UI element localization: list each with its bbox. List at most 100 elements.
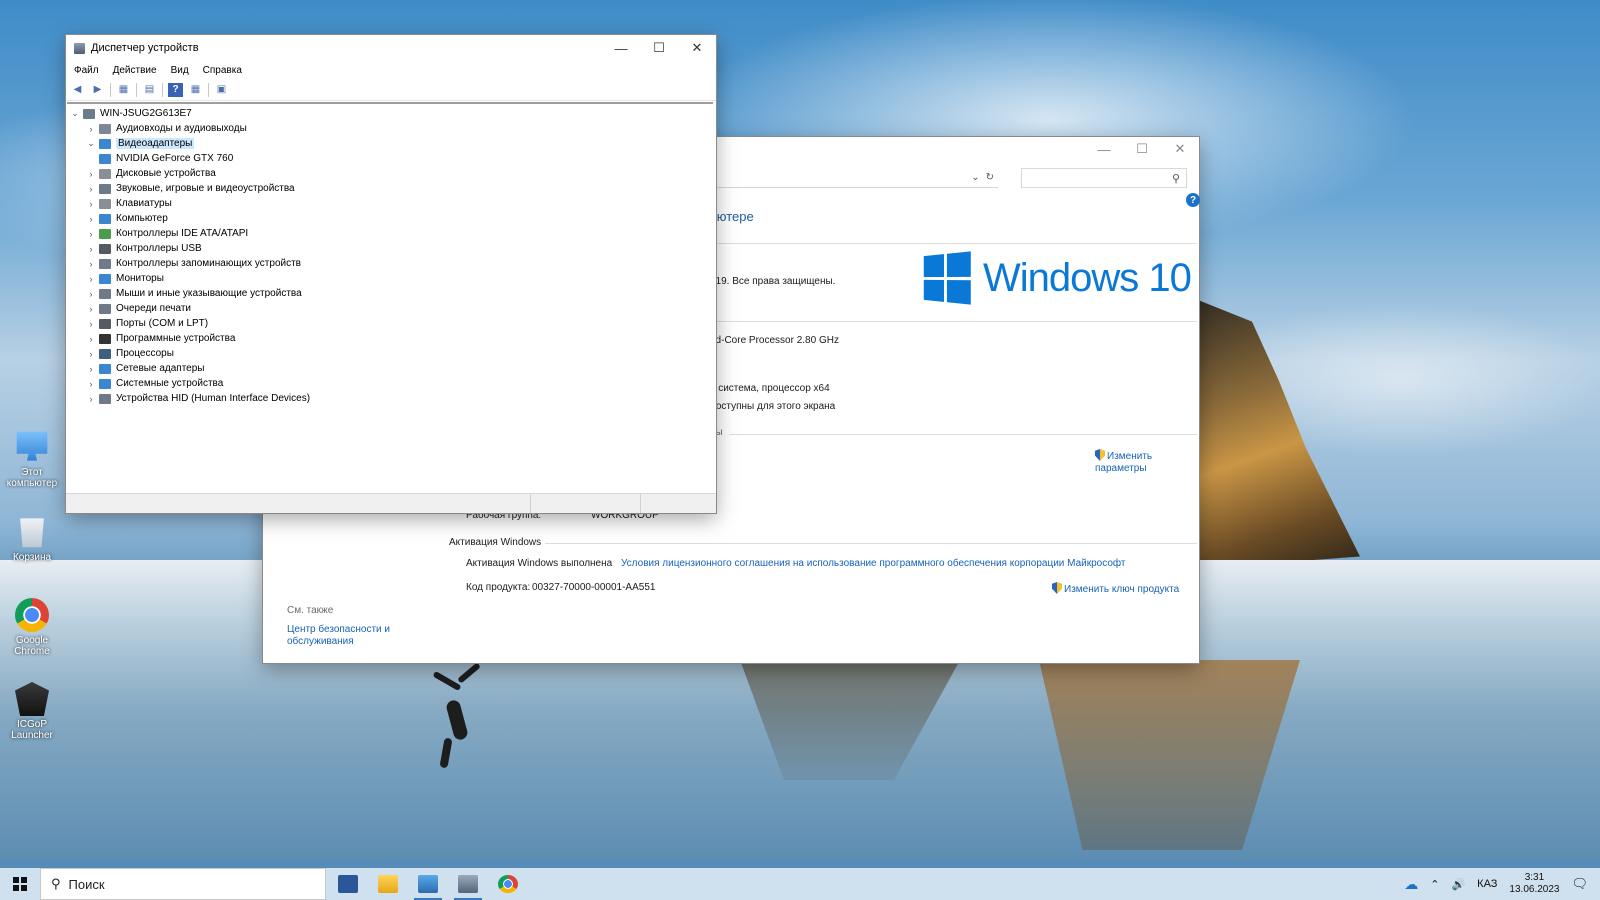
toolbar-separator — [162, 82, 163, 97]
chevron-right-icon[interactable]: › — [83, 169, 99, 179]
wallpaper-figure — [430, 662, 490, 770]
tree-category-item[interactable]: › Мониторы — [67, 271, 713, 286]
tree-item-label: Дисковые устройства — [116, 168, 216, 179]
refresh-icon[interactable]: ↻ — [986, 172, 994, 183]
device-manager-window[interactable]: Диспетчер устройств — ☐ ✕ Файл Действие … — [66, 35, 716, 513]
tree-category-item[interactable]: › Процессоры — [67, 346, 713, 361]
search-input[interactable]: ⚲ — [1021, 168, 1187, 188]
tree-category-item[interactable]: › Программные устройства — [67, 331, 713, 346]
divider — [545, 543, 1197, 544]
tree-category-item[interactable]: › Аудиовходы и аудиовыходы — [67, 121, 713, 136]
onedrive-icon[interactable]: ☁ — [1404, 876, 1418, 893]
tree-category-item[interactable]: › Клавиатуры — [67, 196, 713, 211]
tree-category-item[interactable]: › Сетевые адаптеры — [67, 361, 713, 376]
help-icon[interactable]: ? — [168, 82, 183, 97]
tree-category-item[interactable]: › Очереди печати — [67, 301, 713, 316]
maximize-icon[interactable]: ☐ — [1123, 137, 1161, 161]
chevron-right-icon[interactable]: › — [83, 259, 99, 269]
desktop-icon-launcher[interactable]: ICGoP Launcher — [4, 682, 60, 741]
chevron-right-icon[interactable]: › — [83, 124, 99, 134]
tree-item-label: Сетевые адаптеры — [116, 363, 205, 374]
tree-category-item[interactable]: › Компьютер — [67, 211, 713, 226]
menu-help[interactable]: Справка — [203, 65, 242, 76]
desktop-icon-this-pc[interactable]: Этот компьютер — [4, 430, 60, 489]
change-product-key-link[interactable]: Изменить ключ продукта — [1052, 582, 1179, 595]
view-list-icon[interactable]: ▦ — [188, 83, 203, 97]
divider — [729, 434, 1197, 435]
license-terms-link[interactable]: Условия лицензионного соглашения на испо… — [621, 558, 1126, 569]
address-bar[interactable]: ⌄ ↻ — [703, 168, 998, 188]
tree-category-item[interactable]: › Устройства HID (Human Interface Devices… — [67, 391, 713, 406]
menu-view[interactable]: Вид — [171, 65, 189, 76]
device-manager-titlebar[interactable]: Диспетчер устройств — ☐ ✕ — [66, 35, 716, 61]
device-tree[interactable]: ⌄ WIN-JSUG2G613E7 › Аудиовходы и аудиовых… — [67, 102, 713, 490]
chevron-down-icon[interactable]: ⌄ — [83, 138, 99, 149]
notifications-icon[interactable]: 🗨 — [1571, 876, 1588, 892]
tree-root[interactable]: ⌄ WIN-JSUG2G613E7 — [67, 106, 713, 121]
tree-category-item[interactable]: › Контроллеры IDE ATA/ATAPI — [67, 226, 713, 241]
chevron-down-icon[interactable]: ⌄ — [971, 172, 979, 183]
toolbar-separator — [110, 82, 111, 97]
section-title: ьютере — [710, 209, 754, 224]
taskbar-word[interactable] — [328, 868, 368, 900]
taskbar-explorer[interactable] — [368, 868, 408, 900]
tree-category-item[interactable]: › Контроллеры USB — [67, 241, 713, 256]
taskbar-device-manager[interactable] — [448, 868, 488, 900]
tree-category-item[interactable]: › Дисковые устройства — [67, 166, 713, 181]
minimize-icon[interactable]: — — [602, 35, 640, 61]
chevron-right-icon[interactable]: › — [83, 319, 99, 329]
clock[interactable]: 3:31 13.06.2023 — [1509, 872, 1559, 896]
chevron-right-icon[interactable]: › — [83, 334, 99, 344]
help-icon[interactable]: ? — [1186, 193, 1200, 207]
chevron-right-icon[interactable]: › — [83, 184, 99, 194]
tree-category-item[interactable]: › Порты (COM и LPT) — [67, 316, 713, 331]
security-center-link[interactable]: Центр безопасности и обслуживания — [287, 624, 397, 648]
monitor-scan-icon[interactable]: ▣ — [214, 83, 229, 97]
tree-item-label: Очереди печати — [116, 303, 192, 314]
chevron-right-icon[interactable]: › — [83, 349, 99, 359]
start-button[interactable] — [0, 868, 40, 900]
change-params-link[interactable]: Изменить параметры — [1095, 449, 1175, 475]
back-arrow-icon[interactable]: ◀ — [70, 83, 85, 97]
taskbar-search[interactable]: ⚲ Поиск — [40, 868, 326, 900]
chevron-right-icon[interactable]: › — [83, 199, 99, 209]
maximize-icon[interactable]: ☐ — [640, 35, 678, 61]
device-category-icon — [99, 393, 111, 404]
tree-category-item[interactable]: › Звуковые, игровые и видеоустройства — [67, 181, 713, 196]
windows-10-logo: Windows 10 — [921, 251, 1192, 305]
tree-item-label: Порты (COM и LPT) — [116, 318, 209, 329]
chevron-right-icon[interactable]: › — [83, 364, 99, 374]
tree-category-item[interactable]: ⌄ Видеоадаптеры — [67, 136, 713, 151]
close-icon[interactable]: ✕ — [1161, 137, 1199, 161]
show-hide-tree-icon[interactable]: ▦ — [116, 83, 131, 97]
chevron-right-icon[interactable]: › — [83, 229, 99, 239]
tree-category-item[interactable]: › Системные устройства — [67, 376, 713, 391]
chrome-icon — [498, 875, 518, 893]
desktop-icon-chrome[interactable]: Google Chrome — [4, 598, 60, 657]
close-icon[interactable]: ✕ — [678, 35, 716, 61]
menu-action[interactable]: Действие — [113, 65, 157, 76]
device-category-icon — [99, 333, 111, 344]
chevron-right-icon[interactable]: › — [83, 379, 99, 389]
device-category-icon — [99, 378, 111, 389]
chevron-right-icon[interactable]: › — [83, 244, 99, 254]
properties-icon[interactable]: ▤ — [142, 83, 157, 97]
chevron-right-icon[interactable]: › — [83, 394, 99, 404]
forward-arrow-icon[interactable]: ▶ — [90, 83, 105, 97]
language-indicator[interactable]: КАЗ — [1477, 878, 1497, 890]
chevron-right-icon[interactable]: › — [83, 274, 99, 284]
taskbar-control-panel[interactable] — [408, 868, 448, 900]
chevron-up-icon[interactable]: ⌃ — [1430, 878, 1439, 891]
taskbar-chrome[interactable] — [488, 868, 528, 900]
tree-category-item[interactable]: › Контроллеры запоминающих устройств — [67, 256, 713, 271]
chevron-right-icon[interactable]: › — [83, 289, 99, 299]
chevron-right-icon[interactable]: › — [83, 214, 99, 224]
chevron-right-icon[interactable]: › — [83, 304, 99, 314]
desktop-icon-recycle-bin[interactable]: Корзина — [4, 515, 60, 563]
chevron-down-icon[interactable]: ⌄ — [67, 108, 83, 119]
tree-device-item[interactable]: NVIDIA GeForce GTX 760 — [67, 151, 713, 166]
menu-file[interactable]: Файл — [74, 65, 99, 76]
minimize-icon[interactable]: — — [1085, 137, 1123, 161]
tree-category-item[interactable]: › Мыши и иные указывающие устройства — [67, 286, 713, 301]
volume-icon[interactable]: 🔊 — [1451, 878, 1465, 891]
